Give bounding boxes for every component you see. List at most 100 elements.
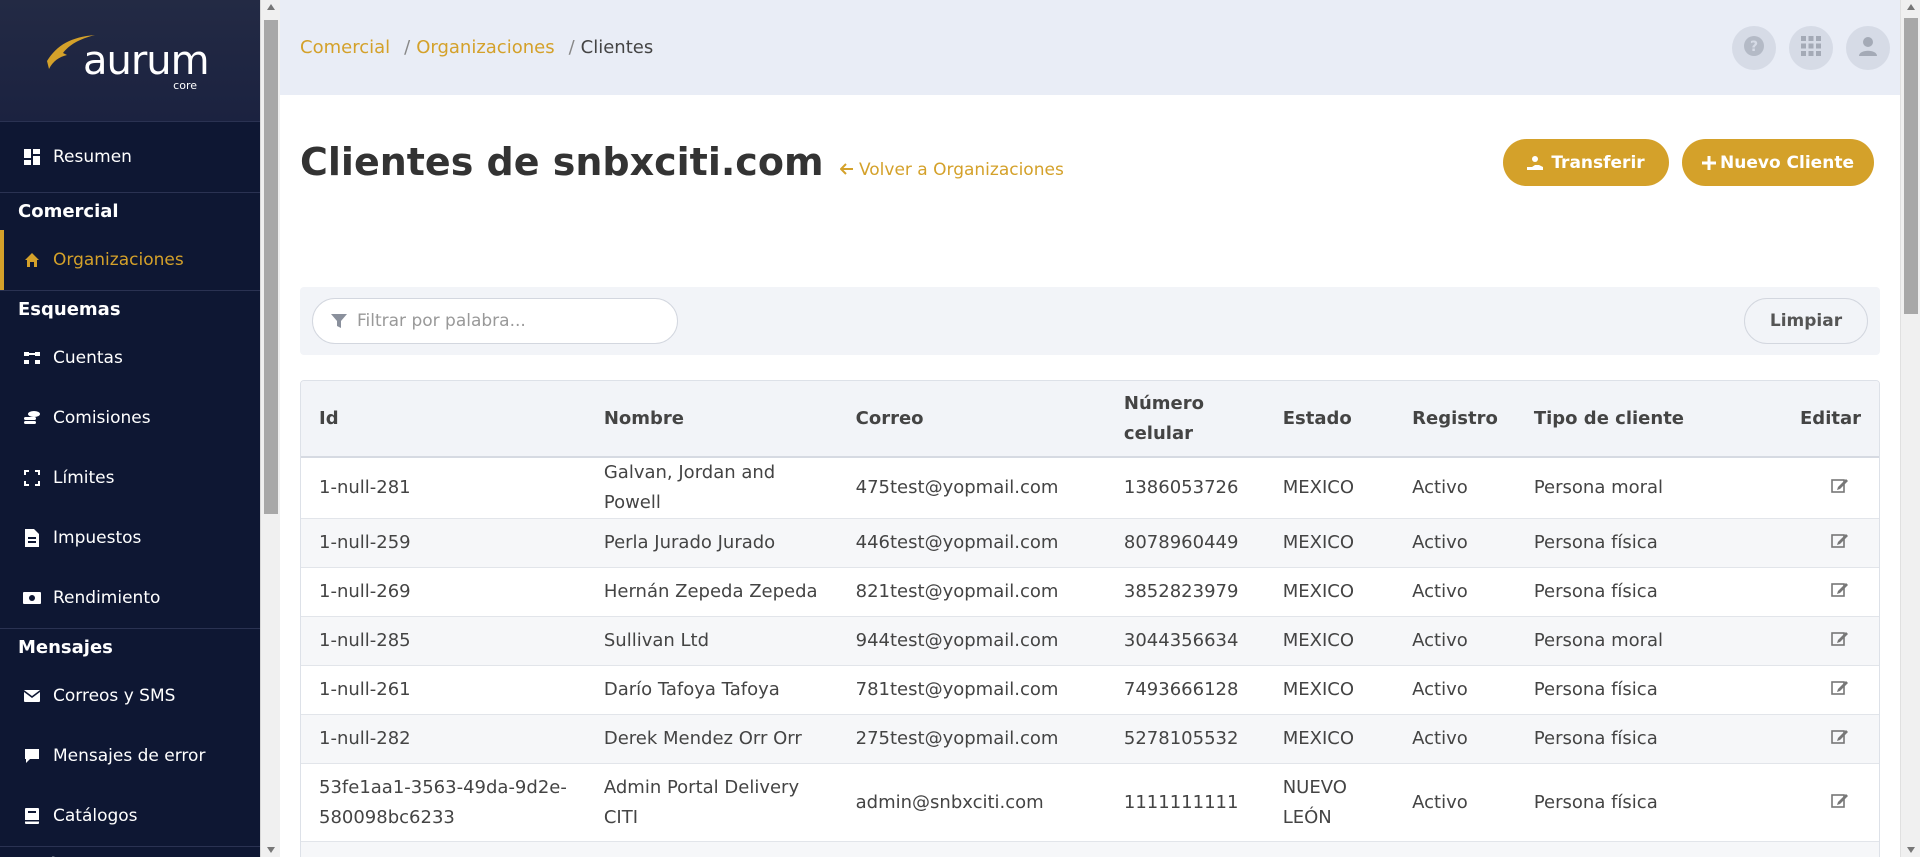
sidebar-item-impuestos[interactable]: Impuestos [0,508,260,568]
edit-icon [1829,851,1849,857]
cell-estado: MEXICO [1282,679,1354,700]
cell-correo: 781test@yopmail.com [855,679,1059,700]
comment-icon [23,747,41,765]
page-scrollbar[interactable] [1900,0,1920,857]
transfer-button[interactable]: Transferir [1503,139,1669,186]
cell-nombre: Hernán Zepeda Zepeda [603,581,818,602]
cell-id: 53fe1aa1-3563-49da-9d2e-580098bc6233 [319,776,567,828]
column-header-estado[interactable]: Estado [1265,381,1394,457]
transfer-label: Transferir [1551,152,1645,173]
cell-nombre: Admin Portal Delivery CITI [603,776,800,828]
plus-icon [1702,155,1717,170]
cell-tipo-cliente: Persona moral [1516,842,1743,857]
cell-numero-celular: 1386053726 [1123,477,1239,498]
page-scroll-thumb[interactable] [1904,18,1918,314]
sidebar-scrollbar[interactable] [260,0,280,857]
dashboard-icon [23,148,41,166]
user-icon [1858,36,1878,60]
cell-registro: Activo [1412,630,1468,651]
cell-numero-celular: 9427994563 [1106,842,1265,857]
column-header-nombre[interactable]: Nombre [586,381,838,457]
breadcrumb-separator: / [404,37,411,58]
edit-button[interactable] [1743,519,1879,568]
section-comercial: Comercial [0,192,260,230]
edit-button[interactable] [1743,617,1879,666]
section-analisis: Análisis [0,846,260,857]
sidebar-item-catalogos[interactable]: Catálogos [0,786,260,846]
sidebar-item-resumen[interactable]: Resumen [0,122,260,192]
cell-correo: 139test@yopmail.com [838,842,1106,857]
edit-icon [1829,724,1849,744]
cell-nombre: Derek Mendez Orr Orr [603,728,802,749]
sidebar-scroll-thumb[interactable] [264,20,278,514]
money-bill-icon [23,589,41,607]
aurum-logo[interactable]: aurum core [45,29,215,93]
column-header-registro[interactable]: Registro [1394,381,1516,457]
table-row: 1-null-261 Darío Tafoya Tafoya 781test@yop… [301,666,1879,715]
cell-nombre: Wilson Singleton [586,842,838,857]
filter-bar: Limpiar [300,287,1880,355]
sidebar-item-label: Comisiones [53,408,151,428]
sidebar-item-rendimiento[interactable]: Rendimiento [0,568,260,628]
breadcrumb-comercial[interactable]: Comercial [300,37,390,58]
column-header-numero-celular[interactable]: Número celular [1106,381,1265,457]
edit-button[interactable] [1743,715,1879,764]
scroll-up-arrow-icon[interactable] [267,4,275,10]
sidebar-item-label: Correos y SMS [53,686,176,706]
breadcrumb-separator: / [568,37,575,58]
cell-tipo-cliente: Persona física [1533,581,1658,602]
column-header-id[interactable]: Id [301,381,586,457]
column-header-correo[interactable]: Correo [838,381,1106,457]
expand-icon [23,469,41,487]
sidebar-item-correos-sms[interactable]: Correos y SMS [0,666,260,726]
edit-button[interactable] [1743,457,1879,519]
table-body: 1-null-281 Galvan, Jordan and Powell 475te… [301,457,1879,857]
edit-icon [1829,626,1849,646]
scroll-down-arrow-icon[interactable] [267,847,275,853]
column-header-tipo-cliente[interactable]: Tipo de cliente [1516,381,1743,457]
cell-numero-celular: 8078960449 [1123,532,1239,553]
cell-numero-celular: 1111111111 [1123,791,1239,813]
logo-area: aurum core [0,0,260,122]
edit-icon [1829,528,1849,548]
book-icon [23,807,41,825]
cell-tipo-cliente: Persona física [1533,532,1658,553]
edit-button[interactable] [1743,666,1879,715]
edit-icon [1829,675,1849,695]
back-link[interactable]: Volver a Organizaciones [839,160,1064,180]
cell-id: 1-null-282 [319,728,411,749]
cell-tipo-cliente: Persona moral [1533,477,1664,498]
edit-button[interactable] [1743,764,1879,842]
cell-correo: 275test@yopmail.com [855,728,1059,749]
cell-registro: Activo [1412,679,1468,700]
sidebar-item-label: Resumen [53,147,132,167]
top-icons: ? [1732,26,1890,70]
cell-estado: MEXICO [1282,532,1354,553]
cell-correo: 821test@yopmail.com [855,581,1059,602]
clear-button[interactable]: Limpiar [1744,298,1868,344]
sidebar-item-comisiones[interactable]: Comisiones [0,388,260,448]
envelope-icon [23,687,41,705]
cell-estado: NUEVO LEÓN [1282,776,1347,828]
new-client-button[interactable]: Nuevo Cliente [1682,139,1874,186]
edit-button[interactable] [1743,568,1879,617]
filter-input[interactable] [357,311,657,331]
filter-field[interactable] [312,298,678,344]
apps-button[interactable] [1789,26,1833,70]
cell-correo: 944test@yopmail.com [855,630,1059,651]
cell-id: 1-null-261 [319,679,411,700]
edit-button[interactable] [1743,842,1879,857]
breadcrumb-organizaciones[interactable]: Organizaciones [416,37,554,58]
sidebar-item-cuentas[interactable]: Cuentas [0,328,260,388]
table-row: 1-null-259 Perla Jurado Jurado 446test@yop… [301,518,1879,568]
profile-button[interactable] [1846,26,1890,70]
sidebar-item-limites[interactable]: Límites [0,448,260,508]
scroll-down-arrow-icon[interactable] [1907,847,1915,853]
sidebar-item-organizaciones[interactable]: Organizaciones [0,230,260,290]
sidebar-item-label: Impuestos [53,528,142,548]
cell-estado: MEXICO [1282,630,1354,651]
sidebar-item-mensajes-error[interactable]: Mensajes de error [0,726,260,786]
cell-id: 1-null-285 [319,630,411,651]
help-button[interactable]: ? [1732,26,1776,70]
scroll-up-arrow-icon[interactable] [1907,4,1915,10]
